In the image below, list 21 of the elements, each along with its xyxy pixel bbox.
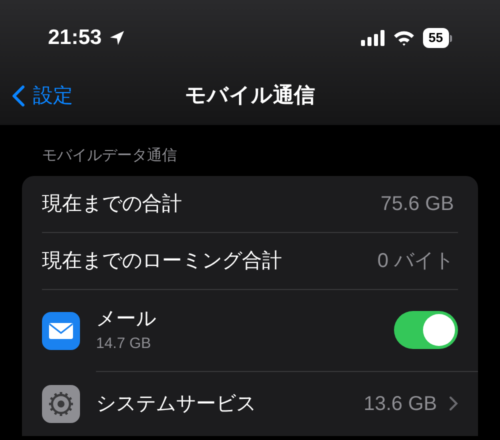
chevron-right-icon (449, 396, 458, 411)
back-button[interactable]: 設定 (12, 81, 73, 111)
row-value: 75.6 GB (380, 192, 454, 216)
app-usage: 14.7 GB (96, 334, 152, 354)
row-label: 現在までのローミング合計 (42, 248, 282, 274)
gear-icon (42, 384, 80, 422)
location-arrow-icon (108, 29, 126, 47)
wifi-icon (392, 30, 415, 46)
section-header: モバイルデータ通信 (41, 146, 178, 166)
row-label: 現在までの合計 (42, 192, 182, 216)
chevron-left-icon (12, 85, 25, 107)
status-time: 21:53 (48, 25, 102, 52)
row-value: 0 バイト (377, 248, 454, 274)
mail-app-icon (42, 312, 80, 350)
toggle-switch[interactable] (394, 311, 458, 349)
app-name: メール (96, 306, 156, 332)
row-value: 13.6 GB (364, 392, 437, 416)
row-label[interactable]: システムサービス (96, 388, 256, 418)
page-title: モバイル通信 (185, 83, 315, 110)
battery-level: 55 (422, 28, 449, 48)
signal-icon (360, 30, 385, 46)
